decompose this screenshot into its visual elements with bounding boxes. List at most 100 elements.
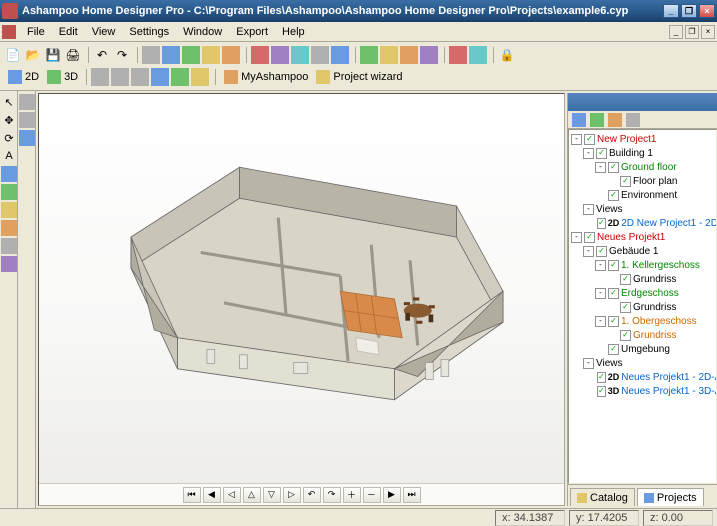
nav-right-icon[interactable]: ▷ <box>283 487 301 503</box>
measure-icon[interactable] <box>251 46 269 64</box>
light-icon[interactable] <box>380 46 398 64</box>
tree-node[interactable]: ✓Environment <box>569 188 716 202</box>
checkbox-icon[interactable]: ✓ <box>608 260 619 271</box>
menu-help[interactable]: Help <box>275 23 312 41</box>
menu-export[interactable]: Export <box>229 23 275 41</box>
tree-node[interactable]: -✓1. Kellergeschoss <box>569 258 716 272</box>
open-file-icon[interactable]: 📂 <box>24 46 42 64</box>
tree-node[interactable]: ✓2D2D New Project1 - 2D View <box>569 216 716 230</box>
view2-icon[interactable] <box>111 68 129 86</box>
maximize-button[interactable]: ❐ <box>681 4 697 18</box>
wall-icon[interactable] <box>202 46 220 64</box>
close-button[interactable]: × <box>699 4 715 18</box>
export-icon[interactable] <box>420 46 438 64</box>
tree-node[interactable]: ✓Grundriss <box>569 328 716 342</box>
pan-icon[interactable] <box>19 112 35 128</box>
orbit-icon[interactable] <box>19 94 35 110</box>
nav-zoom-out-icon[interactable]: － <box>363 487 381 503</box>
tree-node[interactable]: ✓Umgebung <box>569 342 716 356</box>
mdi-close-button[interactable]: × <box>701 25 715 39</box>
layers-icon[interactable] <box>291 46 309 64</box>
checkbox-icon[interactable]: ✓ <box>597 386 606 397</box>
checkbox-icon[interactable]: ✓ <box>608 288 619 299</box>
mdi-minimize-button[interactable]: _ <box>669 25 683 39</box>
tree-node[interactable]: -✓1. Obergeschoss <box>569 314 716 328</box>
expand-icon[interactable]: - <box>583 358 594 369</box>
project-wizard-button[interactable]: Project wizard <box>312 69 406 85</box>
checkbox-icon[interactable]: ✓ <box>620 330 631 341</box>
nav-down-icon[interactable]: ▽ <box>263 487 281 503</box>
panel-icon-2[interactable] <box>590 113 604 127</box>
view3-icon[interactable] <box>131 68 149 86</box>
tree-node[interactable]: -✓Ground floor <box>569 160 716 174</box>
nav-prev-icon[interactable]: ◀ <box>203 487 221 503</box>
lock-icon[interactable]: 🔒 <box>498 46 516 64</box>
tab-catalog[interactable]: Catalog <box>570 488 635 506</box>
roof-icon[interactable] <box>222 46 240 64</box>
cursor-icon[interactable] <box>142 46 160 64</box>
3d-viewport[interactable] <box>39 94 564 483</box>
nav-first-icon[interactable]: ⏮ <box>183 487 201 503</box>
camera-icon[interactable] <box>271 46 289 64</box>
checkbox-icon[interactable]: ✓ <box>608 162 619 173</box>
checkbox-icon[interactable]: ✓ <box>597 372 606 383</box>
panel-icon-3[interactable] <box>608 113 622 127</box>
tree-node[interactable]: -✓Building 1 <box>569 146 716 160</box>
tree-node[interactable]: -✓Neues Projekt1 <box>569 230 716 244</box>
checkbox-icon[interactable]: ✓ <box>597 218 606 229</box>
checkbox-icon[interactable]: ✓ <box>608 316 619 327</box>
undo-icon[interactable]: ↶ <box>93 46 111 64</box>
menu-window[interactable]: Window <box>176 23 229 41</box>
rotate-tool-icon[interactable]: ⟳ <box>1 130 17 146</box>
tree-node[interactable]: -Views <box>569 356 716 370</box>
snap-icon[interactable] <box>331 46 349 64</box>
dim-tool-icon[interactable] <box>1 238 17 254</box>
expand-icon[interactable]: - <box>571 134 582 145</box>
menu-edit[interactable]: Edit <box>52 23 85 41</box>
expand-icon[interactable]: - <box>583 246 594 257</box>
tree-node[interactable]: ✓2DNeues Projekt1 - 2D-Ansich <box>569 370 716 384</box>
view4-icon[interactable] <box>151 68 169 86</box>
checkbox-icon[interactable]: ✓ <box>608 344 619 355</box>
select-tool-icon[interactable]: ↖ <box>1 94 17 110</box>
door-icon[interactable] <box>182 46 200 64</box>
view1-icon[interactable] <box>91 68 109 86</box>
line-tool-icon[interactable] <box>1 166 17 182</box>
nav-rot-left-icon[interactable]: ↶ <box>303 487 321 503</box>
checkbox-icon[interactable]: ✓ <box>620 274 631 285</box>
check-icon[interactable] <box>449 46 467 64</box>
nav-next-icon[interactable]: ▶ <box>383 487 401 503</box>
tree-node[interactable]: ✓Grundriss <box>569 300 716 314</box>
expand-icon[interactable]: - <box>571 232 582 243</box>
expand-icon[interactable]: - <box>595 288 606 299</box>
mdi-restore-button[interactable]: ❐ <box>685 25 699 39</box>
arc-tool-icon[interactable] <box>1 220 17 236</box>
new-file-icon[interactable]: 📄 <box>4 46 22 64</box>
checkbox-icon[interactable]: ✓ <box>596 148 607 159</box>
checkbox-icon[interactable]: ✓ <box>620 302 631 313</box>
rect-tool-icon[interactable] <box>1 184 17 200</box>
mode-3d-button[interactable]: 3D <box>43 69 82 85</box>
render-icon[interactable] <box>360 46 378 64</box>
nav-up-icon[interactable]: △ <box>243 487 261 503</box>
texture-icon[interactable] <box>400 46 418 64</box>
help-icon[interactable] <box>469 46 487 64</box>
circle-tool-icon[interactable] <box>1 202 17 218</box>
tree-node[interactable]: -✓Erdgeschoss <box>569 286 716 300</box>
panel-icon-1[interactable] <box>572 113 586 127</box>
expand-icon[interactable]: - <box>595 162 606 173</box>
expand-icon[interactable]: - <box>595 316 606 327</box>
tree-node[interactable]: -✓New Project1 <box>569 132 716 146</box>
nav-left-icon[interactable]: ◁ <box>223 487 241 503</box>
checkbox-icon[interactable]: ✓ <box>584 232 595 243</box>
checkbox-icon[interactable]: ✓ <box>608 190 619 201</box>
tree-node[interactable]: -Views <box>569 202 716 216</box>
tree-node[interactable]: ✓Floor plan <box>569 174 716 188</box>
checkbox-icon[interactable]: ✓ <box>620 176 631 187</box>
window-icon[interactable] <box>162 46 180 64</box>
tab-projects[interactable]: Projects <box>637 488 704 506</box>
menu-file[interactable]: File <box>20 23 52 41</box>
save-icon[interactable]: 💾 <box>44 46 62 64</box>
panel-icon-4[interactable] <box>626 113 640 127</box>
expand-icon[interactable]: - <box>583 148 594 159</box>
